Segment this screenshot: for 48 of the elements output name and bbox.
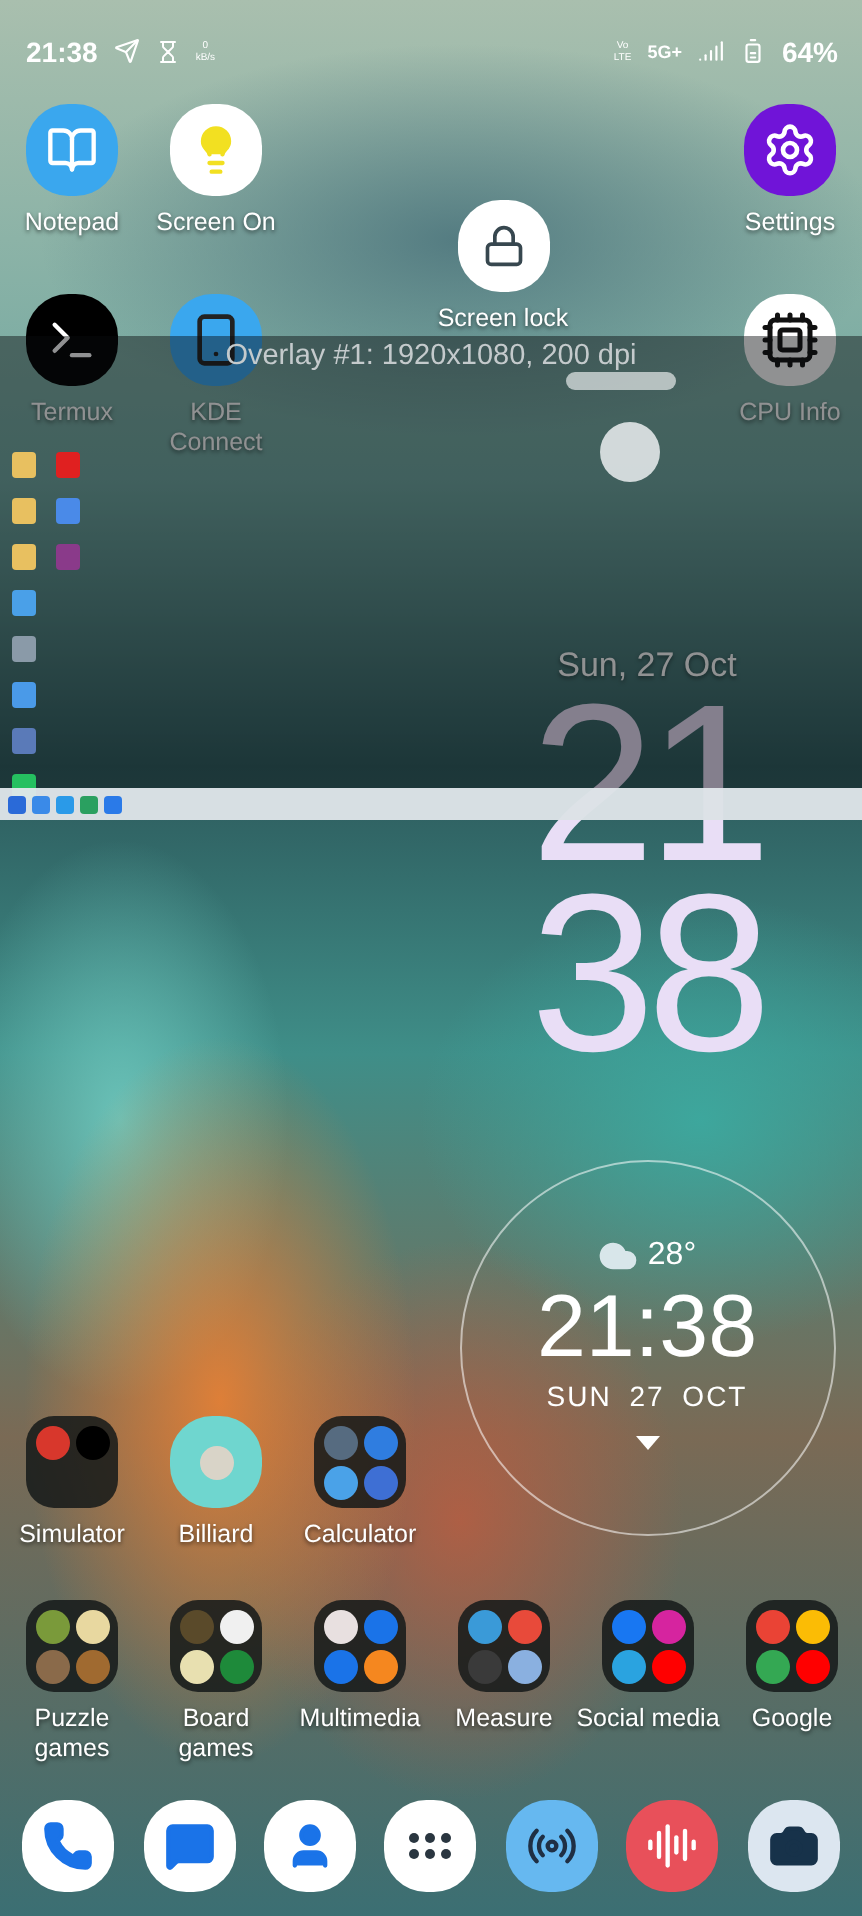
notebook-icon	[26, 103, 118, 196]
folder-label[interactable]: Measure	[432, 1704, 576, 1735]
search-bar[interactable]	[566, 372, 676, 390]
app-folder-icon	[458, 1600, 550, 1693]
app-folder-icon	[746, 1600, 838, 1693]
overlay-title: Overlay #1: 1920x1080, 200 dpi	[225, 340, 637, 372]
temperature: 28°	[647, 1238, 697, 1275]
status-time: 21:38	[26, 35, 98, 68]
folder-label[interactable]: Social media	[576, 1704, 720, 1735]
app-drawer-icon[interactable]	[384, 1800, 477, 1893]
app-label[interactable]: Screen lock	[431, 303, 575, 334]
app-label[interactable]: Billiard	[144, 1520, 288, 1551]
phone-lock-icon	[457, 199, 549, 292]
app-folder-icon	[314, 1416, 406, 1509]
folder-label[interactable]: Board games	[144, 1704, 288, 1765]
phone-icon[interactable]	[22, 1800, 115, 1893]
sound-wave-icon[interactable]	[626, 1800, 719, 1893]
app-folder-icon	[26, 1416, 118, 1509]
folder-label[interactable]: Multimedia	[288, 1704, 432, 1735]
settings-icon	[744, 103, 836, 196]
folder-label[interactable]: Puzzle games	[0, 1704, 144, 1765]
battery-percentage: 64%	[781, 35, 838, 68]
app-folder-icon	[602, 1600, 694, 1693]
terminal-icon	[26, 293, 118, 386]
radio-icon[interactable]	[505, 1800, 598, 1893]
chat-bubble-icon[interactable]	[143, 1800, 236, 1893]
clock-minutes: 38	[530, 877, 764, 1068]
app-folder-icon	[26, 1600, 118, 1693]
paper-plane-icon	[113, 38, 140, 65]
app-label[interactable]: Calculator	[288, 1520, 432, 1551]
light-bulb-icon	[170, 103, 262, 196]
caret-icon[interactable]	[635, 1436, 659, 1451]
folder-label[interactable]: Google	[720, 1704, 862, 1735]
app-label[interactable]: Notepad	[0, 207, 144, 238]
chip-icon	[744, 293, 836, 386]
network-type: 5G+	[647, 41, 682, 62]
app-label[interactable]: Settings	[718, 207, 862, 238]
weather-clock-widget[interactable]: 28° 21:38 SUN 27 OCT	[459, 1159, 835, 1536]
widget-date: SUN 27 OCT	[546, 1380, 748, 1413]
hourglass-icon	[155, 39, 180, 64]
app-label[interactable]: Screen On	[144, 207, 288, 238]
camera-icon[interactable]	[747, 1800, 840, 1893]
app-folder-icon	[314, 1600, 406, 1693]
app-folder-icon	[170, 1600, 262, 1693]
person-icon[interactable]	[264, 1800, 357, 1893]
battery-icon	[739, 38, 766, 65]
app-label[interactable]: Simulator	[0, 1520, 144, 1551]
widget-time: 21:38	[536, 1276, 758, 1381]
